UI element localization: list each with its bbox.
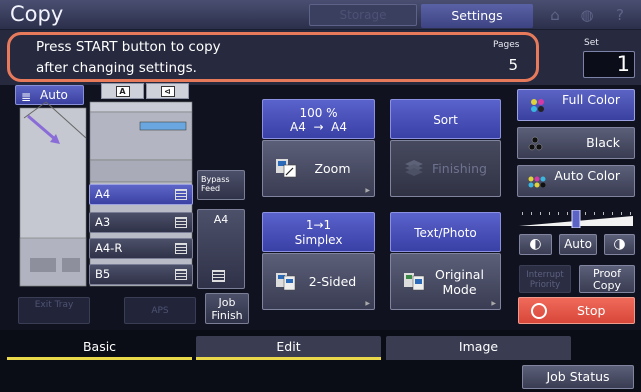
- two-sided-label: 2-Sided: [308, 274, 357, 289]
- zoom-to: A4: [331, 120, 348, 134]
- black-button[interactable]: Black: [517, 127, 635, 159]
- paper-list-icon: [175, 243, 187, 254]
- paper-list-icon: [175, 189, 187, 200]
- auto-color-button[interactable]: Auto Color: [517, 165, 635, 197]
- more-indicator-icon: ▶: [365, 187, 370, 194]
- job-finish-button[interactable]: Job Finish: [205, 293, 249, 324]
- tab-basic[interactable]: Basic: [7, 336, 192, 360]
- bypass-size-button[interactable]: A4: [197, 209, 245, 289]
- bypass-feed-button[interactable]: Bypass Feed: [197, 170, 245, 200]
- zoom-from: A4: [289, 120, 306, 134]
- sort-button[interactable]: Sort: [390, 99, 501, 139]
- tray-a4-label: A4: [95, 187, 111, 201]
- exit-tray-label: Exit Tray: [34, 300, 74, 310]
- tab-image[interactable]: Image: [386, 336, 571, 360]
- auto-color-label: Auto Color: [554, 168, 620, 183]
- half-circle-right-icon: ◑: [613, 236, 626, 252]
- exit-tray-button: Exit Tray: [18, 297, 90, 324]
- zoom-label: Zoom: [314, 161, 351, 176]
- status-message-line2: after changing settings.: [36, 60, 197, 76]
- tray-b5-label: B5: [95, 267, 111, 281]
- half-circle-left-icon: ◐: [529, 236, 542, 252]
- tray-a4-r-label: A4-R: [95, 241, 123, 255]
- paper-list-icon: [212, 270, 225, 282]
- help-icon: ?: [616, 6, 624, 24]
- zoom-arrow: →: [313, 120, 324, 134]
- zoom-ratio-display[interactable]: 100 % A4 → A4: [262, 99, 375, 139]
- interrupt-priority-button: Interrupt Priority: [519, 265, 571, 293]
- home-icon: ⌂: [550, 6, 560, 24]
- zoom-sizes: A4 → A4: [263, 120, 374, 134]
- pages-label: Pages: [493, 40, 520, 50]
- status-message: Press START button to copy after changin…: [36, 37, 221, 79]
- landscape-orientation-button[interactable]: ⊲: [146, 83, 189, 99]
- stop-label: Stop: [577, 303, 606, 318]
- tray-b5[interactable]: B5: [89, 264, 193, 285]
- tray-a3[interactable]: A3: [89, 212, 193, 233]
- black-dots-icon: [528, 136, 543, 151]
- status-message-line1: Press START button to copy: [36, 39, 221, 55]
- set-label: Set: [584, 38, 599, 48]
- storage-tab: Storage: [309, 4, 417, 26]
- full-color-label: Full Color: [562, 92, 620, 107]
- full-color-button[interactable]: Full Color: [517, 89, 635, 121]
- settings-tab[interactable]: Settings: [421, 4, 533, 28]
- globe-icon: ◍: [580, 6, 594, 24]
- lighter-button[interactable]: ◐: [519, 234, 552, 255]
- finishing-button: Finishing: [390, 140, 501, 197]
- black-label: Black: [586, 135, 620, 150]
- darker-button[interactable]: ◑: [604, 234, 635, 255]
- paper-list-icon: [175, 217, 187, 228]
- set-count-field[interactable]: 1: [583, 51, 635, 78]
- paper-list-icon: [175, 269, 187, 280]
- pages-value: 5: [508, 56, 518, 74]
- proof-copy-button[interactable]: Proof Copy: [579, 265, 635, 293]
- text-photo-button[interactable]: Text/Photo: [390, 212, 501, 252]
- tray-a4-r[interactable]: A4-R: [89, 238, 193, 259]
- simplex-top: 1→1: [305, 218, 332, 232]
- landscape-a-icon: ⊲: [160, 86, 175, 97]
- aps-label: APS: [151, 306, 169, 316]
- portrait-orientation-button[interactable]: A: [101, 83, 144, 99]
- more-indicator-icon: ▶: [365, 300, 370, 307]
- top-bar: Copy Storage Settings ⌂ ◍ ?: [0, 0, 641, 30]
- original-mode-button[interactable]: Original Mode ▶: [390, 253, 501, 310]
- original-mode-label: Original Mode: [435, 266, 484, 297]
- tray-a3-label: A3: [95, 215, 111, 229]
- tab-edit[interactable]: Edit: [196, 336, 381, 360]
- density-auto-button[interactable]: Auto: [559, 234, 597, 255]
- stop-button[interactable]: Stop: [518, 297, 635, 324]
- more-indicator-icon: ▶: [491, 300, 496, 307]
- simplex-bottom: Simplex: [294, 233, 343, 247]
- two-sided-button[interactable]: 2-Sided ▶: [262, 253, 375, 310]
- aps-button: APS: [124, 297, 196, 324]
- bypass-size-label: A4: [213, 213, 229, 226]
- tray-a4[interactable]: A4: [89, 184, 193, 205]
- zoom-value: 100 %: [299, 106, 338, 120]
- job-status-button[interactable]: Job Status: [522, 365, 634, 389]
- finishing-label: Finishing: [432, 161, 487, 176]
- copy-screen: Copy Storage Settings ⌂ ◍ ? Press START …: [0, 0, 641, 392]
- portrait-a-icon: A: [115, 86, 130, 97]
- stop-icon: [531, 303, 547, 319]
- simplex-display[interactable]: 1→1 Simplex: [262, 212, 375, 252]
- zoom-button[interactable]: Zoom ▶: [262, 140, 375, 197]
- density-slider[interactable]: [519, 210, 633, 228]
- auto-color-dots-icon: [528, 176, 546, 188]
- color-dots-icon: [531, 99, 544, 112]
- app-title: Copy: [10, 2, 64, 26]
